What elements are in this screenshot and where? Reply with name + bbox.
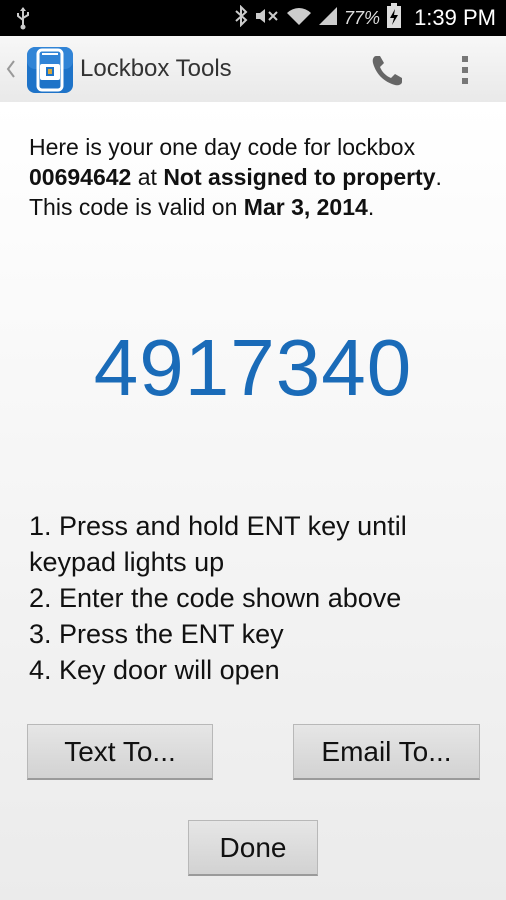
instruction-step: 4. Key door will open	[29, 655, 280, 685]
valid-date: Mar 3, 2014	[243, 194, 368, 220]
message-period: .	[435, 164, 442, 190]
instruction-step: 2. Enter the code shown above	[29, 583, 402, 613]
mute-icon	[254, 6, 280, 31]
done-button[interactable]: Done	[188, 820, 318, 876]
message-prefix: Here is your one day code for lockbox	[29, 134, 416, 160]
message-at: at	[131, 164, 164, 190]
property-name: Not assigned to property	[163, 164, 436, 190]
valid-prefix: This code is valid on	[29, 194, 244, 220]
action-bar: Lockbox Tools	[0, 36, 506, 103]
instructions-list: 1. Press and hold ENT key until keypad l…	[29, 508, 489, 688]
status-bar: 77% 1:39 PM	[0, 0, 506, 36]
valid-period: .	[367, 194, 375, 220]
wifi-icon	[286, 6, 312, 31]
text-to-button[interactable]: Text To...	[27, 724, 213, 780]
up-caret-icon[interactable]	[4, 54, 18, 84]
lockbox-app-icon[interactable]	[26, 46, 74, 94]
action-bar-title: Lockbox Tools	[80, 55, 232, 82]
lockbox-id: 00694642	[29, 164, 132, 190]
main-content: Here is your one day code for lockbox 00…	[0, 102, 506, 900]
clock: 1:39 PM	[414, 5, 496, 30]
email-to-button[interactable]: Email To...	[293, 724, 480, 780]
phone-icon[interactable]	[368, 50, 408, 90]
overflow-menu-icon[interactable]	[452, 50, 478, 90]
instruction-step: 1. Press and hold ENT key until keypad l…	[29, 511, 407, 577]
battery-percent: 77%	[344, 7, 381, 28]
bluetooth-icon	[234, 4, 248, 32]
battery-charging-icon	[386, 2, 402, 34]
usb-icon	[16, 6, 30, 35]
one-day-code: 4917340	[93, 323, 413, 412]
instruction-step: 3. Press the ENT key	[29, 619, 284, 649]
code-message: Here is your one day code for lockbox 00…	[29, 132, 489, 222]
signal-icon	[318, 6, 338, 31]
